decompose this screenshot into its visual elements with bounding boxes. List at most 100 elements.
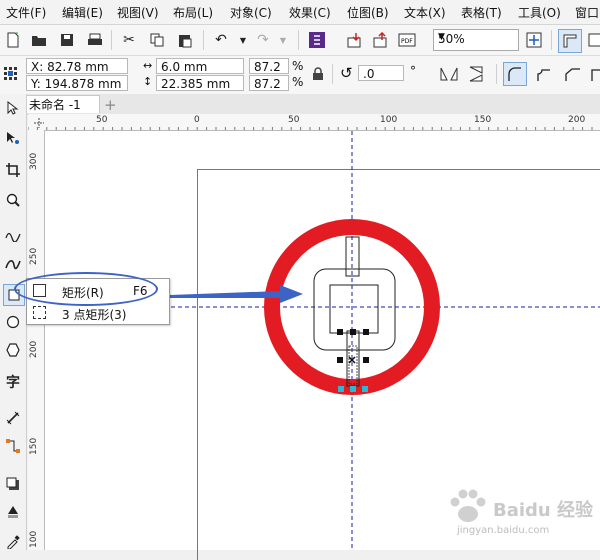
rotation-icon: ↺: [340, 64, 353, 82]
new-document-icon[interactable]: [2, 29, 24, 51]
connector-tool-icon[interactable]: [3, 436, 23, 456]
menu-edit[interactable]: 编辑(E): [62, 4, 103, 21]
ruler-label: 200: [29, 340, 39, 358]
mirror-horizontal-icon[interactable]: [440, 66, 458, 85]
standard-toolbar: ✂ ↶ ▼ ↷ ▼ PDF 50% ▼: [0, 25, 600, 56]
width-icon: ↔: [143, 59, 153, 72]
menu-text[interactable]: 文本(X): [404, 4, 446, 21]
full-screen-preview-icon[interactable]: [523, 29, 545, 51]
scalloped-corner-icon[interactable]: [534, 64, 554, 85]
menu-bitmaps[interactable]: 位图(B): [347, 4, 389, 21]
toolbar-separator: [551, 30, 552, 50]
search-content-icon[interactable]: [306, 29, 328, 51]
toolbar-separator: [111, 30, 112, 50]
polygon-tool-icon[interactable]: [3, 340, 23, 360]
top-bar-shape[interactable]: [345, 236, 360, 277]
zoom-level-select[interactable]: 50% ▼: [433, 29, 519, 51]
selection-outline: [348, 345, 358, 385]
drop-shadow-tool-icon[interactable]: [3, 474, 23, 494]
scale-height-field[interactable]: 87.2: [249, 75, 289, 91]
shape-tool-icon[interactable]: [3, 128, 23, 148]
print-icon[interactable]: [84, 29, 106, 51]
watermark: Baidu 经验 jingyan.baidu.com: [445, 484, 595, 546]
menu-view[interactable]: 视图(V): [117, 4, 159, 21]
menu-effects[interactable]: 效果(C): [289, 4, 331, 21]
document-tab[interactable]: 未命名 -1: [24, 95, 100, 113]
flyout-item-3-point-rectangle[interactable]: 3 点矩形(3): [27, 303, 167, 323]
rounded-square-shape[interactable]: [313, 268, 396, 351]
menu-layout[interactable]: 布局(L): [173, 4, 213, 21]
ruler-label: 300: [29, 152, 39, 170]
menu-object[interactable]: 对象(C): [230, 4, 272, 21]
import-icon[interactable]: [344, 29, 366, 51]
save-icon[interactable]: [56, 29, 78, 51]
paw-logo-icon: [450, 489, 486, 522]
3-point-rectangle-icon: [33, 306, 46, 319]
svg-text:PDF: PDF: [401, 38, 413, 45]
copy-icon[interactable]: [146, 29, 168, 51]
undo-dropdown-icon[interactable]: ▼: [232, 29, 254, 51]
rotation-angle-field[interactable]: .0: [358, 65, 404, 81]
toolbox: 字: [0, 94, 27, 550]
ruler-label: 150: [29, 437, 39, 455]
freehand-tool-icon[interactable]: [3, 226, 23, 246]
menu-window[interactable]: 窗口: [575, 4, 599, 21]
lock-ratio-icon[interactable]: [312, 67, 324, 84]
crop-tool-icon[interactable]: [3, 160, 23, 180]
publish-pdf-icon[interactable]: PDF: [396, 29, 418, 51]
width-field[interactable]: 6.0 mm: [156, 58, 244, 74]
reference-point-icon[interactable]: [4, 67, 18, 84]
vertical-ruler[interactable]: 300 250 200 150 100: [28, 130, 45, 550]
toolbar-separator: [332, 64, 333, 84]
corner-option-icon[interactable]: [588, 64, 600, 85]
paste-icon[interactable]: [174, 29, 196, 51]
ruler-ticks: [28, 127, 593, 130]
parallel-dimension-tool-icon[interactable]: [3, 408, 23, 428]
text-tool-icon[interactable]: 字: [3, 372, 23, 392]
redo-dropdown-icon[interactable]: ▼: [272, 29, 294, 51]
flyout-item-label: 3 点矩形(3): [62, 308, 127, 322]
redo-icon[interactable]: ↷: [252, 29, 274, 51]
document-tab-bar: 未命名 -1 +: [0, 94, 600, 115]
open-folder-icon[interactable]: [28, 29, 50, 51]
export-icon[interactable]: [370, 29, 392, 51]
ellipse-tool-icon[interactable]: [3, 312, 23, 332]
toolbar-separator: [298, 30, 299, 50]
cyan-handles[interactable]: [338, 386, 368, 392]
x-position-field[interactable]: X: 82.78 mm: [26, 58, 128, 74]
y-position-field[interactable]: Y: 194.878 mm: [26, 75, 128, 91]
pointer-arrow: [170, 285, 303, 303]
watermark-url: jingyan.baidu.com: [457, 525, 550, 536]
property-bar: X: 82.78 mm Y: 194.878 mm ↔ ↕ 6.0 mm 22.…: [0, 56, 600, 95]
height-icon: ↕: [143, 75, 153, 88]
add-tab-icon[interactable]: +: [104, 96, 117, 114]
ruler-label: 250: [29, 247, 39, 265]
percent-label: %: [292, 75, 304, 89]
menu-table[interactable]: 表格(T): [461, 4, 502, 21]
percent-label: %: [292, 59, 304, 73]
chamfered-corner-icon[interactable]: [562, 64, 582, 85]
ruler-label: 100: [29, 530, 39, 548]
menu-tools[interactable]: 工具(O): [518, 4, 561, 21]
transparency-tool-icon[interactable]: [3, 502, 23, 522]
height-field[interactable]: 22.385 mm: [156, 75, 244, 91]
menu-file[interactable]: 文件(F): [6, 4, 46, 21]
cut-icon[interactable]: ✂: [118, 29, 140, 51]
undo-icon[interactable]: ↶: [210, 29, 232, 51]
toolbar-separator: [203, 30, 204, 50]
horizontal-ruler[interactable]: 50 0 50 100 150 200: [28, 114, 600, 131]
scale-width-field[interactable]: 87.2: [249, 58, 289, 74]
highlight-ellipse: [14, 272, 158, 306]
pick-tool-icon[interactable]: [3, 98, 23, 118]
menu-bar: 文件(F) 编辑(E) 视图(V) 布局(L) 对象(C) 效果(C) 位图(B…: [0, 0, 600, 25]
inner-square-shape[interactable]: [329, 284, 379, 334]
toolbar-separator: [496, 64, 497, 84]
zoom-tool-icon[interactable]: [3, 190, 23, 210]
watermark-text: Baidu 经验: [493, 500, 594, 521]
eyedropper-tool-icon[interactable]: [3, 532, 23, 552]
mirror-vertical-icon[interactable]: [468, 66, 486, 85]
round-corner-icon[interactable]: [503, 62, 527, 86]
show-grid-icon[interactable]: [584, 29, 600, 51]
show-rulers-icon[interactable]: [558, 29, 582, 53]
smart-drawing-tool-icon[interactable]: [3, 254, 23, 274]
